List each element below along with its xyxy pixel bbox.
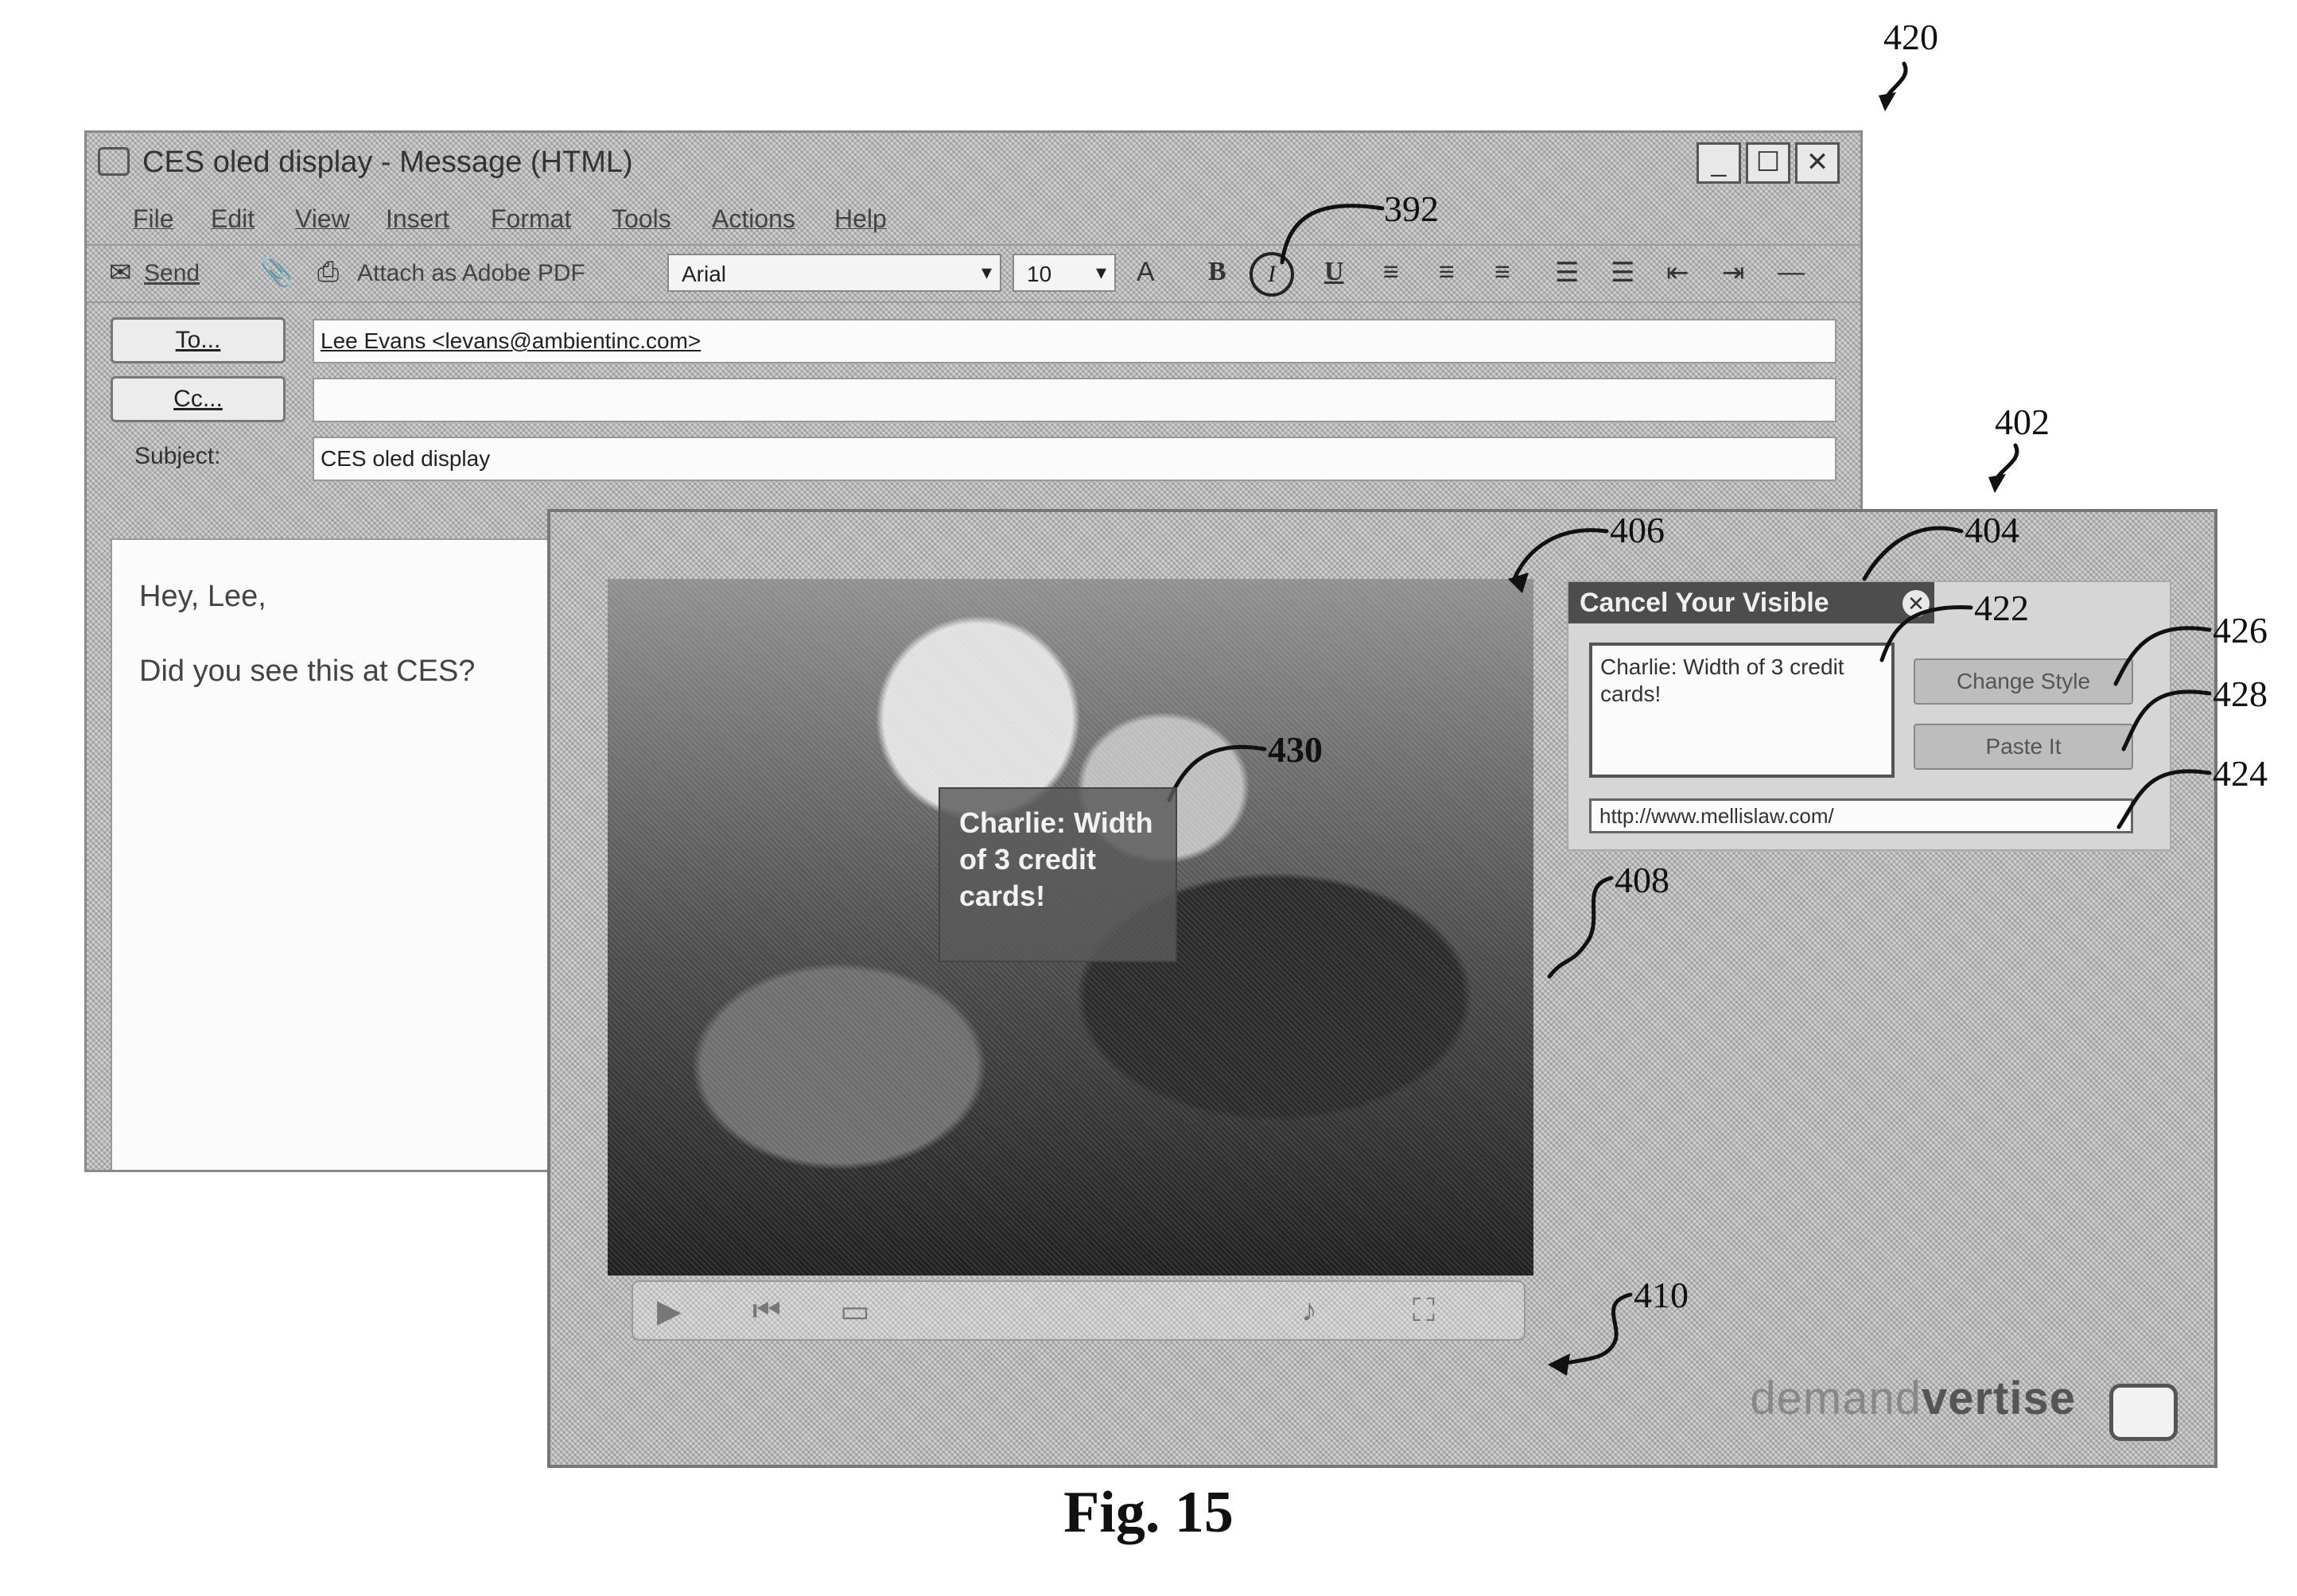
menu-format[interactable]: Format (491, 204, 571, 234)
ref-424: 424 (2213, 752, 2268, 794)
bullet-list-icon[interactable]: ☰ (1611, 257, 1634, 289)
attach-pdf-button[interactable]: Attach as Adobe PDF (357, 260, 585, 287)
align-left-icon[interactable]: ≡ (1383, 257, 1399, 288)
message-title: CES oled display - Message (HTML) (142, 146, 633, 180)
font-size-select[interactable]: 10 ▾ (1012, 254, 1116, 292)
ref-428: 428 (2213, 673, 2268, 715)
menu-tools[interactable]: Tools (612, 204, 671, 234)
menu-actions[interactable]: Actions (712, 204, 795, 234)
send-icon: ✉ (109, 257, 132, 289)
fullscreen-icon[interactable]: ⛶ (1413, 1293, 1435, 1329)
close-icon[interactable]: ✕ (1903, 590, 1930, 617)
subject-field[interactable]: CES oled display (313, 437, 1836, 481)
change-style-button[interactable]: Change Style (1914, 658, 2133, 705)
menu-edit[interactable]: Edit (211, 204, 255, 234)
pdf-icon: ⎙ (317, 257, 339, 288)
figure-caption: Fig. 15 (0, 1479, 2297, 1547)
ref-426: 426 (2213, 609, 2268, 651)
align-right-icon[interactable]: ≡ (1494, 257, 1510, 288)
ref-430: 430 (1268, 728, 1323, 771)
chevron-down-icon: ▾ (981, 260, 992, 285)
volume-icon[interactable]: ♪ (1301, 1293, 1317, 1329)
brand-logo: demandvertise (1750, 1372, 2076, 1425)
italic-button: I (1268, 261, 1276, 287)
minimize-button[interactable]: _ (1697, 142, 1741, 184)
formatting-toolbar: ✉ Send 📎 ⎙ Attach as Adobe PDF Arial ▾ 1… (87, 244, 1860, 303)
arrow-402 (1988, 474, 2006, 493)
arrow-420 (1879, 92, 1896, 111)
font-select-value: Arial (682, 262, 726, 287)
decrease-indent-icon[interactable]: ⇤ (1666, 257, 1689, 289)
body-question: Did you see this at CES? (139, 654, 475, 689)
brand-logo-light: demand (1750, 1373, 1922, 1424)
leader-420 (1885, 64, 1906, 102)
to-field[interactable]: Lee Evans <levans@ambientinc.com> (313, 319, 1836, 363)
ref-408: 408 (1615, 859, 1669, 901)
subject-field-value: CES oled display (321, 446, 490, 471)
maximize-button[interactable]: ☐ (1746, 142, 1790, 184)
menu-file[interactable]: File (133, 204, 174, 234)
subject-label: Subject: (134, 443, 220, 470)
menu-insert[interactable]: Insert (386, 204, 449, 234)
paste-it-button[interactable]: Paste It (1914, 724, 2133, 770)
menu-view[interactable]: View (295, 204, 350, 234)
video-caption-bubble: Charlie: Width of 3 credit cards! (939, 787, 1177, 962)
ref-404: 404 (1965, 509, 2019, 551)
to-field-value: Lee Evans <levans@ambientinc.com> (321, 328, 701, 353)
cc-field[interactable] (313, 378, 1836, 422)
message-app-icon (98, 147, 130, 176)
cc-button[interactable]: Cc... (111, 376, 286, 422)
ref-392: 392 (1384, 188, 1439, 230)
progress-icon[interactable]: ▭ (840, 1293, 870, 1330)
leader-402 (1995, 445, 2017, 483)
body-greeting: Hey, Lee, (139, 580, 266, 614)
menu-bar: File Edit View Insert Format Tools Actio… (87, 196, 1860, 239)
ref-420: 420 (1883, 16, 1938, 58)
send-button[interactable]: Send (144, 260, 200, 287)
video-controls: ▶ ⏮ ▭ ♪ ⛶ (632, 1280, 1526, 1341)
bold-button[interactable]: B (1208, 257, 1226, 287)
menu-help[interactable]: Help (834, 204, 887, 234)
font-color-icon[interactable]: A (1137, 257, 1155, 288)
ref-402: 402 (1995, 401, 2050, 443)
caption-textarea[interactable]: Charlie: Width of 3 credit cards! (1589, 643, 1895, 778)
ref-410: 410 (1634, 1274, 1689, 1316)
font-size-value: 10 (1027, 262, 1051, 287)
widget-title: Cancel Your Visible (1568, 582, 1934, 623)
brand-logo-bold: vertise (1922, 1373, 2076, 1424)
horizontal-line-icon[interactable]: — (1778, 257, 1805, 288)
paperclip-icon[interactable]: 📎 (260, 257, 293, 289)
play-icon[interactable]: ▶ (657, 1293, 682, 1330)
to-button[interactable]: To... (111, 317, 286, 363)
italic-button-highlight[interactable]: I (1250, 252, 1294, 297)
ref-406: 406 (1610, 509, 1665, 551)
speech-bubble-icon (2109, 1384, 2178, 1441)
url-field[interactable]: http://www.mellislaw.com/ (1589, 798, 2133, 833)
caption-widget: Cancel Your Visible ✕ Charlie: Width of … (1567, 581, 2171, 851)
chevron-down-icon: ▾ (1096, 260, 1106, 285)
align-center-icon[interactable]: ≡ (1439, 257, 1455, 288)
rewind-icon[interactable]: ⏮ (752, 1293, 781, 1329)
close-button[interactable]: ✕ (1795, 142, 1840, 184)
video-player[interactable]: Charlie: Width of 3 credit cards! (608, 579, 1533, 1276)
video-ad-panel: Charlie: Width of 3 credit cards! ▶ ⏮ ▭ … (547, 509, 2217, 1468)
increase-indent-icon[interactable]: ⇥ (1722, 257, 1745, 289)
numbered-list-icon[interactable]: ☰ (1555, 257, 1579, 289)
font-select[interactable]: Arial ▾ (667, 254, 1001, 292)
ref-422: 422 (1974, 587, 2029, 629)
underline-button[interactable]: U (1324, 257, 1344, 287)
message-titlebar: CES oled display - Message (HTML) _ ☐ ✕ (87, 133, 1860, 190)
